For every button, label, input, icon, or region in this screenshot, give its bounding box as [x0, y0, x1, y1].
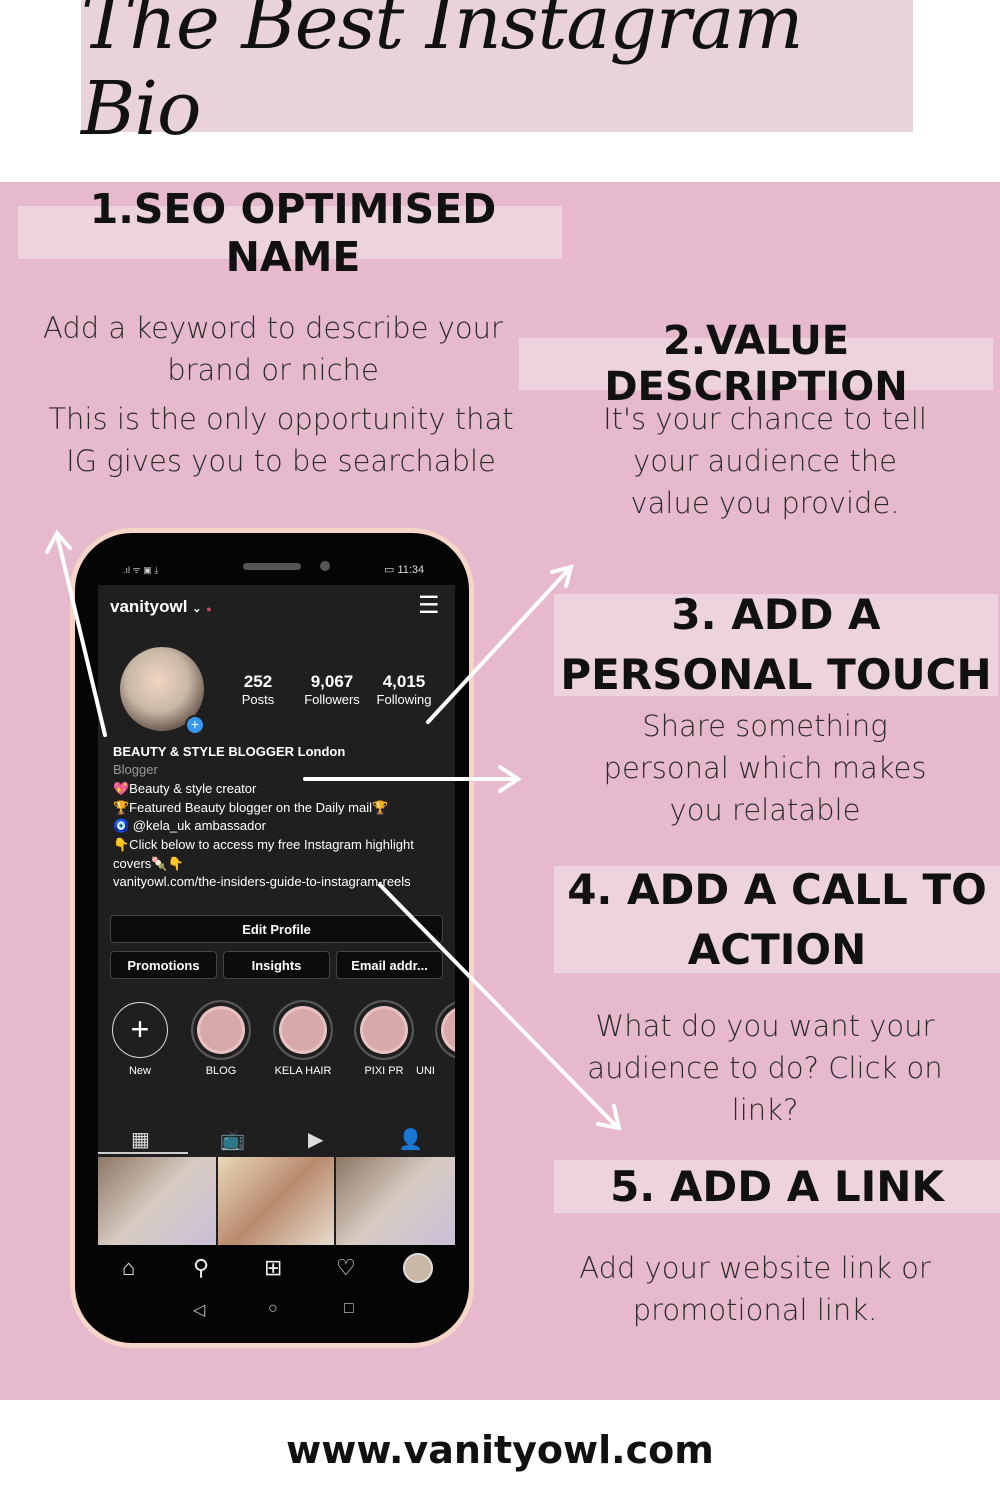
footer-url[interactable]: www.vanityowl.com: [0, 1400, 1000, 1500]
arrow-to-cta: [378, 883, 622, 1131]
arrow-to-personal: [303, 765, 522, 793]
arrow-to-name: [45, 529, 107, 737]
arrow-to-value: [426, 564, 574, 724]
arrows: [45, 529, 622, 1131]
